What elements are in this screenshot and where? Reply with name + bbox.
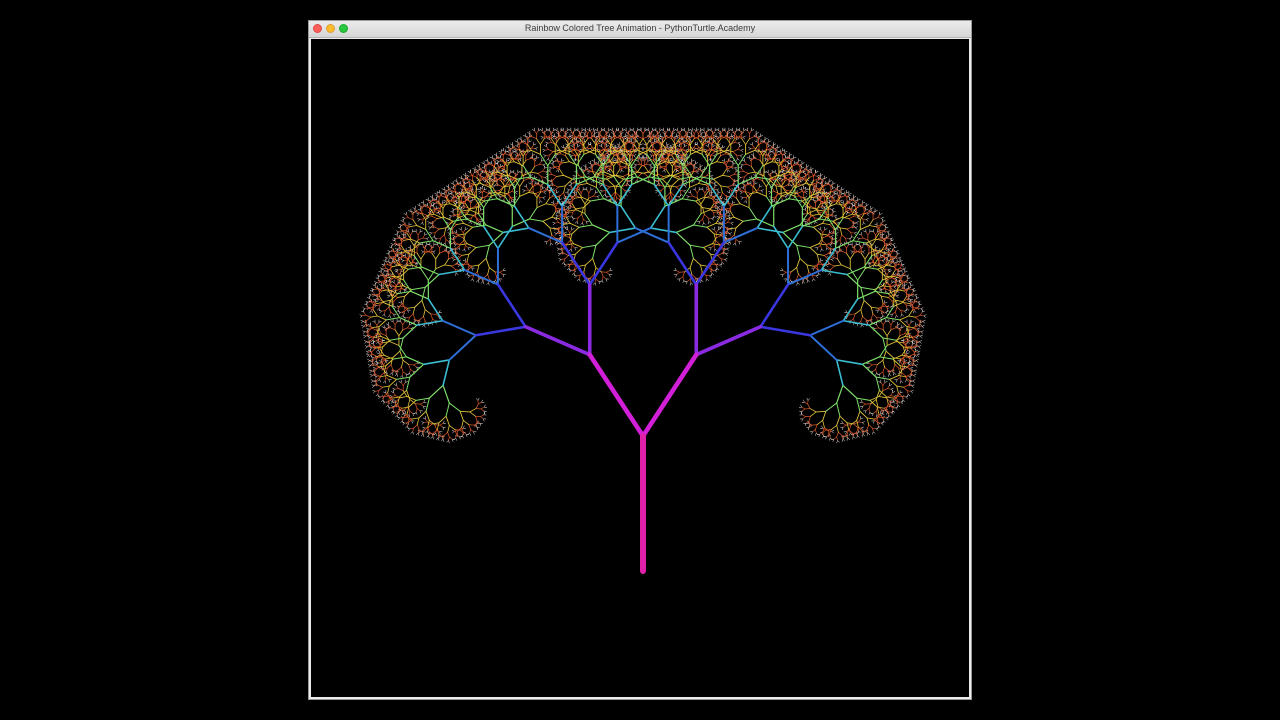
tree-branch-level-8: [376, 144, 910, 426]
title-bar[interactable]: Rainbow Colored Tree Animation - PythonT…: [309, 21, 971, 38]
window-title: Rainbow Colored Tree Animation - PythonT…: [524, 23, 756, 33]
tree-branch-level-2: [523, 282, 763, 357]
tree-branch-level-3: [474, 241, 812, 337]
tree-branch-level-1: [587, 352, 699, 439]
turtle-canvas[interactable]: [311, 39, 969, 697]
tree-branch-level-4: [441, 205, 845, 361]
tree-branch-level-5: [416, 183, 870, 387]
tree-branch-level-12: [359, 127, 927, 444]
tree-branch-level-6: [399, 165, 887, 404]
turtle-window: Rainbow Colored Tree Animation - PythonT…: [308, 20, 972, 700]
tree-branch-level-7: [385, 153, 901, 417]
tree-branch-level-9: [370, 138, 916, 433]
rainbow-tree-drawing: [359, 127, 927, 574]
